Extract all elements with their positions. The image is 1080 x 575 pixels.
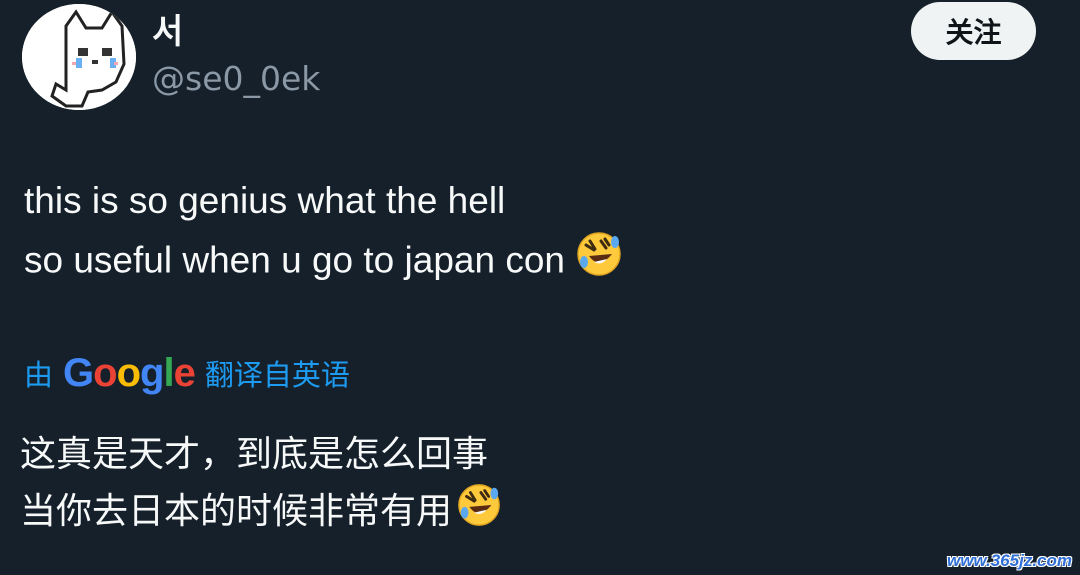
avatar[interactable] <box>22 4 136 110</box>
translation-attribution[interactable]: 由 Google 翻译自英语 <box>24 348 350 398</box>
crying-cat-pixel-icon <box>22 4 136 110</box>
display-name[interactable]: 서 <box>152 10 183 54</box>
tweet-text-line-2-content: so useful when u go to japan con <box>24 239 565 281</box>
watermark: www.365jz.com <box>946 551 1072 570</box>
rolling-on-floor-laughing-icon <box>575 230 623 295</box>
translation-prefix: 由 <box>24 358 54 392</box>
translated-text-line-2-content: 当你去日本的时候非常有用 <box>20 491 453 532</box>
rolling-on-floor-laughing-icon <box>456 482 502 544</box>
translated-text-line-1: 这真是天才，到底是怎么回事 <box>20 434 489 475</box>
translation-suffix: 翻译自英语 <box>204 358 350 392</box>
translated-text-line-2: 当你去日本的时候非常有用 <box>20 482 502 544</box>
tweet-text-line-2: so useful when u go to japan con <box>24 230 623 295</box>
google-logo: Google <box>63 351 196 395</box>
user-handle[interactable]: @se0_0ek <box>152 58 320 100</box>
follow-button[interactable]: 关注 <box>911 2 1036 60</box>
tweet-text-line-1: this is so genius what the hell <box>24 180 506 221</box>
